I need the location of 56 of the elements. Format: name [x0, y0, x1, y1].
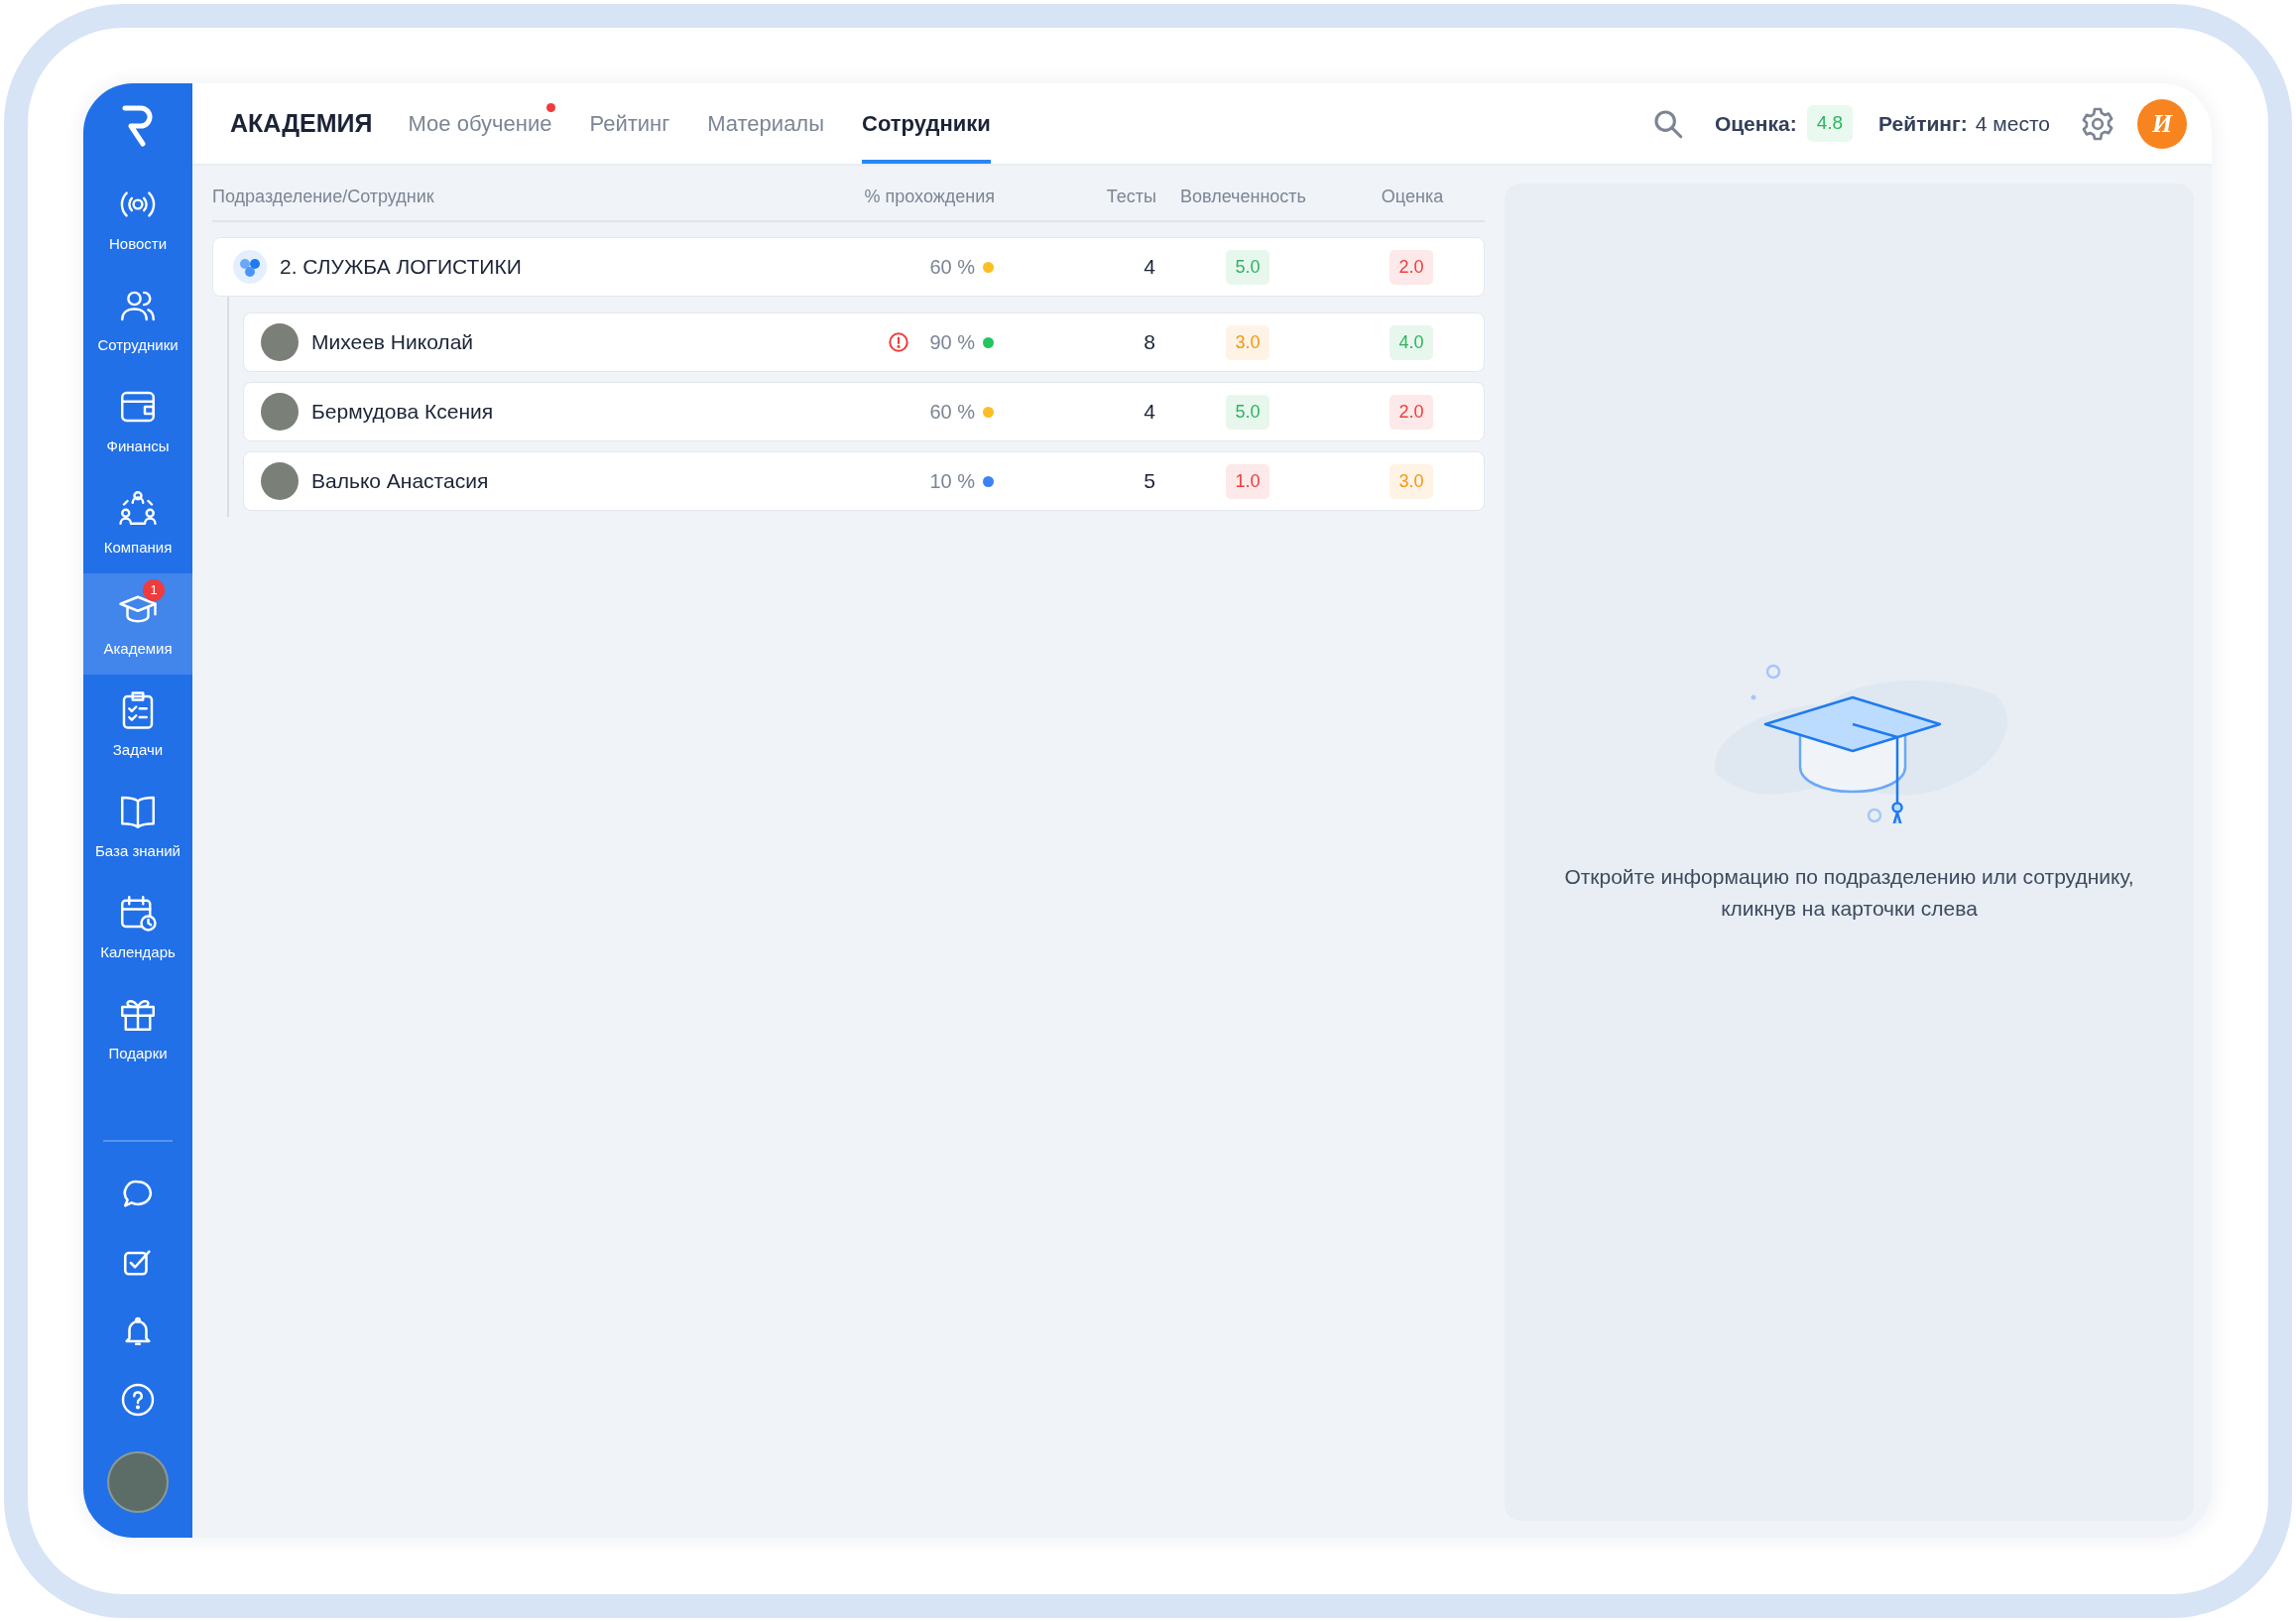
employee-name: Михеев Николай — [311, 329, 474, 356]
tab[interactable]: Рейтинг — [589, 83, 670, 164]
sidebar-item[interactable]: Подарки — [83, 978, 192, 1079]
column-header: % прохождения — [863, 186, 995, 208]
rating-score: 2.0 — [1390, 249, 1433, 285]
rating-value: 4 место — [1975, 110, 2050, 137]
tab[interactable]: Мое обучение — [408, 83, 552, 164]
tests-count: 4 — [1143, 399, 1155, 426]
sidebar-item[interactable]: Академия 1 — [83, 573, 192, 675]
completion-percent: 10 % — [929, 469, 975, 494]
employee-row[interactable]: Михеев Николай 90 % 8 3.0 4.0 — [243, 312, 1485, 372]
tests-count: 5 — [1143, 468, 1155, 495]
rating-label: Рейтинг: — [1878, 110, 1968, 137]
sidebar-item[interactable]: Финансы — [83, 371, 192, 472]
employee-name: Валько Анастасия — [311, 468, 489, 495]
sidebar-item[interactable]: База знаний — [83, 776, 192, 877]
rating-score: 3.0 — [1390, 463, 1433, 499]
engagement-score: 3.0 — [1226, 324, 1269, 360]
department-icon — [233, 250, 267, 284]
user-avatar[interactable]: И — [2137, 98, 2187, 149]
department-row[interactable]: 2. СЛУЖБА ЛОГИСТИКИ 60 % 4 5.0 2.0 — [212, 237, 1485, 297]
employee-row[interactable]: Бермудова Ксения 60 % 4 5.0 2.0 — [243, 382, 1485, 441]
rating-score: 2.0 — [1390, 394, 1433, 430]
employee-name: Бермудова Ксения — [311, 399, 494, 426]
completion-percent: 60 % — [929, 400, 975, 425]
sidebar-item[interactable]: Задачи — [83, 675, 192, 776]
sidebar-item[interactable]: Сотрудники — [83, 270, 192, 371]
column-header: Вовлеченность — [1180, 186, 1307, 208]
rating-score: 4.0 — [1390, 324, 1433, 360]
engagement-score: 1.0 — [1226, 463, 1269, 499]
tests-count: 4 — [1143, 254, 1155, 281]
sidebar-item[interactable]: Календарь — [83, 877, 192, 978]
engagement-score: 5.0 — [1226, 249, 1269, 285]
avatar-placeholder — [261, 462, 299, 500]
settings-icon[interactable] — [2080, 105, 2115, 142]
sidebar-item[interactable]: Новости — [83, 169, 192, 270]
score-label: Оценка: — [1714, 110, 1797, 137]
logo-icon — [121, 104, 155, 148]
column-header: Подразделение/Сотрудник — [212, 186, 435, 208]
completion-percent: 60 % — [929, 255, 975, 280]
tests-count: 8 — [1143, 329, 1155, 356]
column-header: Тесты — [1105, 186, 1156, 208]
tab[interactable]: Материалы — [707, 83, 825, 164]
column-header: Оценка — [1380, 186, 1445, 208]
page-title: АКАДЕМИЯ — [230, 107, 373, 139]
tab[interactable]: Сотрудники — [862, 83, 991, 164]
employee-row[interactable]: Валько Анастасия 10 % 5 1.0 3.0 — [243, 451, 1485, 511]
sidebar-item[interactable]: Компания — [83, 472, 192, 573]
engagement-score: 5.0 — [1226, 394, 1269, 430]
department-name: 2. СЛУЖБА ЛОГИСТИКИ — [280, 254, 522, 281]
completion-percent: 90 % — [929, 330, 975, 355]
score-value: 4.8 — [1806, 105, 1854, 142]
avatar-placeholder — [261, 323, 299, 361]
notification-badge: 1 — [143, 579, 165, 601]
avatar-placeholder — [261, 393, 299, 431]
empty-state-message: Откройте информацию по подразделению или сотруднику, кликнув на карточки слева — [1563, 864, 2135, 922]
